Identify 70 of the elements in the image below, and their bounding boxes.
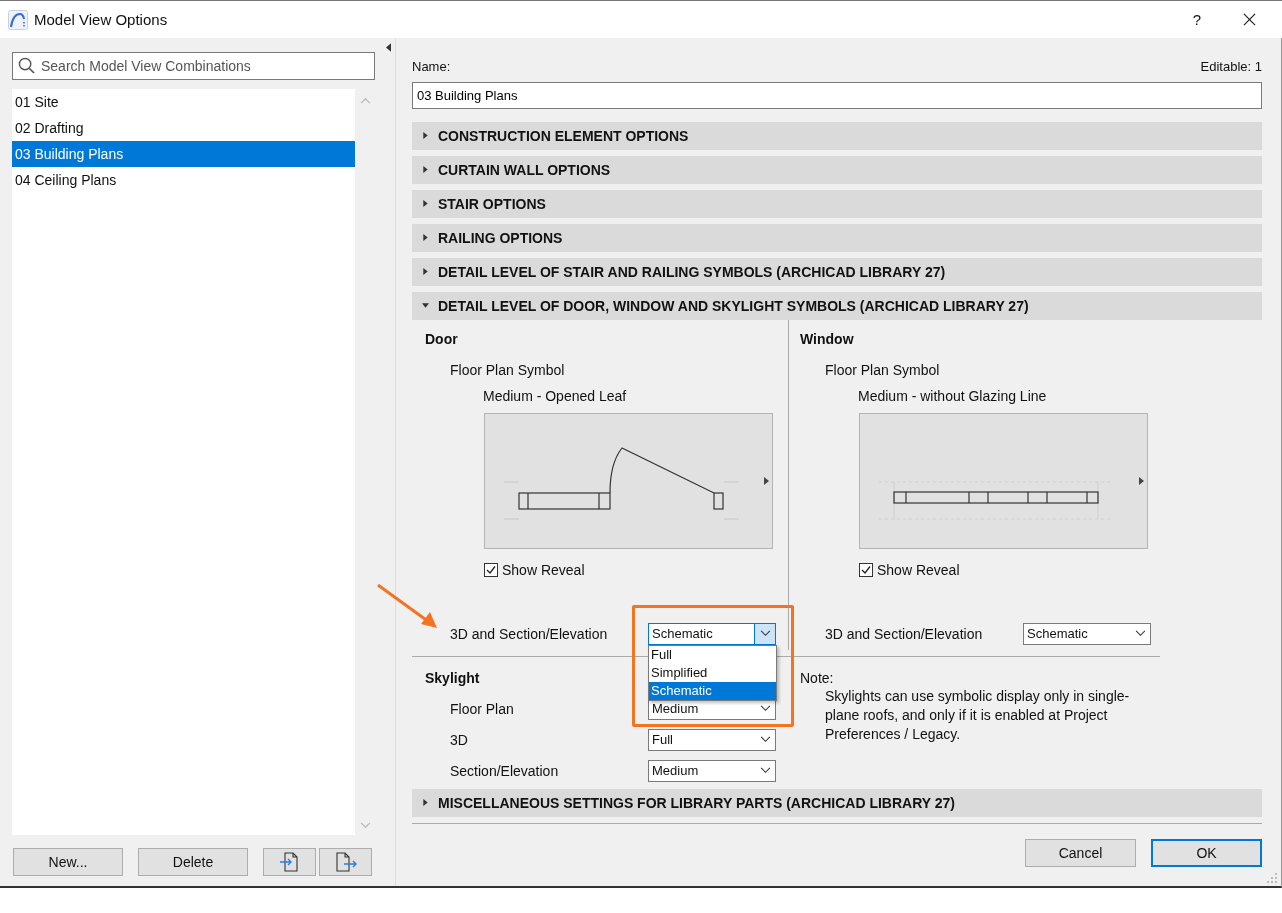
next-arrow-icon[interactable] <box>1139 476 1144 485</box>
dialog-button[interactable]: OK <box>1151 838 1262 867</box>
annotation-arrow <box>377 584 439 630</box>
dropdown-option[interactable]: Simplified <box>649 663 776 682</box>
group-heading: Window <box>800 329 854 348</box>
note-label: Note: <box>800 668 835 687</box>
collapse-left-icon[interactable] <box>386 43 391 52</box>
symbol-name: Medium - without Glazing Line <box>857 386 1048 405</box>
section-title: RAILING OPTIONS <box>438 229 563 246</box>
list-item[interactable]: 02 Drafting <box>12 115 355 141</box>
window-title: Model View Options <box>34 11 168 28</box>
import-file-icon <box>278 851 301 873</box>
symbol-preview[interactable] <box>859 412 1148 549</box>
section-header[interactable]: RAILING OPTIONS <box>412 223 1262 252</box>
search-icon <box>18 57 35 74</box>
field-label: Floor Plan Symbol <box>449 360 566 379</box>
help-button[interactable]: ? <box>1192 11 1201 28</box>
close-icon[interactable] <box>1243 13 1256 26</box>
dropdown[interactable]: Medium <box>648 759 776 782</box>
section-header[interactable]: STAIR OPTIONS <box>412 189 1262 218</box>
chevron-down-icon <box>759 705 771 713</box>
dialog-button[interactable]: Delete <box>138 848 248 876</box>
chevron-down-icon <box>759 736 771 744</box>
export-file-icon <box>334 851 357 873</box>
resize-grip-icon[interactable] <box>1267 873 1277 883</box>
note-text: Skylights can use symbolic display only in single-plane roofs, and only if it is enabled at Project Preferences / Legacy. <box>824 686 1131 744</box>
import-button[interactable] <box>263 848 316 876</box>
search-field[interactable]: Search Model View Combinations <box>12 52 375 80</box>
symbol-name: Medium - Opened Leaf <box>482 386 628 405</box>
field-label: Floor Plan <box>449 700 515 717</box>
group-heading: Skylight <box>425 668 480 687</box>
dialog-button[interactable]: Cancel <box>1025 838 1136 867</box>
name-field[interactable]: 03 Building Plans <box>412 82 1262 109</box>
field-label: Section/Elevation <box>449 762 560 779</box>
field-label: 3D <box>449 731 469 748</box>
section-title: DETAIL LEVEL OF DOOR, WINDOW AND SKYLIGHT SYMBOLS (ARCHICAD LIBRARY 27) <box>438 297 1029 314</box>
checkbox[interactable] <box>484 562 498 577</box>
section-header[interactable]: MISCELLANEOUS SETTINGS FOR LIBRARY PARTS (ARCHICAD LIBRARY 27) <box>412 788 1262 817</box>
field-label: Floor Plan Symbol <box>824 360 941 379</box>
list-item[interactable]: 01 Site <box>12 89 355 115</box>
section-title: CONSTRUCTION ELEMENT OPTIONS <box>438 127 689 144</box>
chevron-down-icon <box>759 630 771 638</box>
next-arrow-icon[interactable] <box>764 476 769 485</box>
checkbox-label: Show Reveal <box>877 560 960 579</box>
section-header[interactable]: DETAIL LEVEL OF DOOR, WINDOW AND SKYLIGHT SYMBOLS (ARCHICAD LIBRARY 27) <box>412 291 1262 320</box>
section-title: STAIR OPTIONS <box>438 195 546 212</box>
section-header[interactable]: DETAIL LEVEL OF STAIR AND RAILING SYMBOLS (ARCHICAD LIBRARY 27) <box>412 257 1262 286</box>
section-title: MISCELLANEOUS SETTINGS FOR LIBRARY PARTS (ARCHICAD LIBRARY 27) <box>438 794 955 811</box>
dropdown-option[interactable]: Schematic <box>649 681 776 700</box>
field-label: 3D and Section/Elevation <box>449 625 609 642</box>
list-item[interactable]: 03 Building Plans <box>12 141 355 167</box>
section-header[interactable]: CURTAIN WALL OPTIONS <box>412 155 1262 184</box>
checkbox-label: Show Reveal <box>502 560 585 579</box>
name-label: Name: <box>412 58 451 75</box>
app-logo-icon <box>8 9 28 30</box>
chevron-down-icon <box>759 767 771 775</box>
dropdown[interactable]: Full <box>648 728 776 751</box>
chevron-down-icon <box>1134 630 1146 638</box>
dropdown[interactable]: Schematic <box>1023 622 1151 645</box>
export-button[interactable] <box>319 848 372 876</box>
list-item[interactable]: 04 Ceiling Plans <box>12 167 355 193</box>
checkbox[interactable] <box>859 562 873 577</box>
section-title: CURTAIN WALL OPTIONS <box>438 161 611 178</box>
field-label: 3D and Section/Elevation <box>824 625 984 642</box>
section-header[interactable]: CONSTRUCTION ELEMENT OPTIONS <box>412 121 1262 150</box>
dialog-button[interactable]: New... <box>13 848 123 876</box>
section-title: DETAIL LEVEL OF STAIR AND RAILING SYMBOLS (ARCHICAD LIBRARY 27) <box>438 263 946 280</box>
dropdown-option[interactable]: Full <box>649 645 776 664</box>
group-heading: Door <box>425 329 458 348</box>
editable-count: Editable: 1 <box>1200 58 1262 75</box>
